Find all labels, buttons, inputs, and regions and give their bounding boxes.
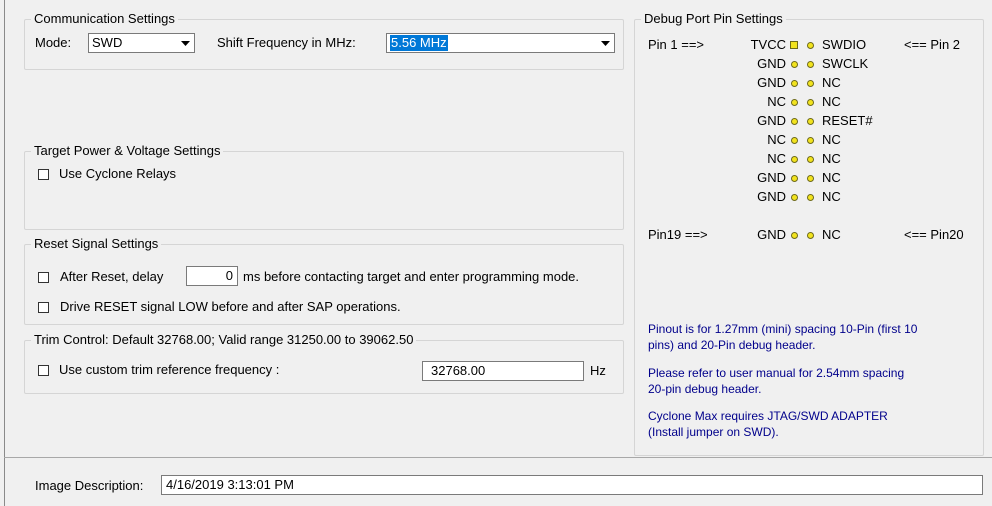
manual-note-line1: Please refer to user manual for 2.54mm s… <box>648 366 905 380</box>
pin-right-label: NC <box>822 227 841 242</box>
pin-right-label: NC <box>822 132 841 147</box>
pin-dot-icon <box>791 194 798 201</box>
section-divider <box>4 457 992 458</box>
shift-frequency-label: Shift Frequency in MHz: <box>217 35 356 50</box>
pin-dot-icon <box>807 118 814 125</box>
debug-port-legend: Debug Port Pin Settings <box>644 11 783 26</box>
chevron-down-icon[interactable] <box>177 35 193 51</box>
pin-left-label: GND <box>757 170 786 185</box>
window-left-border <box>4 0 5 506</box>
pin-left-label: NC <box>767 94 786 109</box>
pin-dot-icon <box>807 175 814 182</box>
pin-dot-icon <box>807 61 814 68</box>
pin-dot-icon <box>791 61 798 68</box>
drive-reset-low-checkbox[interactable] <box>38 302 49 313</box>
pin-right-label: NC <box>822 94 841 109</box>
square-pin-icon <box>790 41 798 49</box>
pin-dot-icon <box>807 194 814 201</box>
pin-dot-icon <box>807 80 814 87</box>
pin-dot-icon <box>807 42 814 49</box>
trim-unit-label: Hz <box>590 363 606 378</box>
pin-right-label: NC <box>822 189 841 204</box>
pin-dot-icon <box>791 118 798 125</box>
pin-dot-icon <box>807 99 814 106</box>
communication-settings-legend: Communication Settings <box>34 11 175 26</box>
pin-row: GND NC <box>700 75 900 91</box>
after-reset-delay-checkbox[interactable] <box>38 272 49 283</box>
trim-control-legend: Trim Control: Default 32768.00; Valid ra… <box>34 332 414 347</box>
mode-label: Mode: <box>35 35 72 50</box>
pin-left-label: GND <box>757 227 786 242</box>
pin1-label: Pin 1 ==> <box>648 37 705 52</box>
pin-left-label: GND <box>757 189 786 204</box>
pin-map: TVCC SWDIO GND SWCLK GND NC NC NC GND RE… <box>700 37 900 247</box>
pin-right-label: NC <box>822 170 841 185</box>
mode-select[interactable]: SWD <box>88 33 195 53</box>
pin-right-label: RESET# <box>822 113 873 128</box>
pin-row: NC NC <box>700 94 900 110</box>
pin-dot-icon <box>791 80 798 87</box>
reset-signal-legend: Reset Signal Settings <box>34 236 159 251</box>
shift-frequency-value: 5.56 MHz <box>390 35 448 51</box>
pin-row: NC NC <box>700 132 900 148</box>
image-description-label: Image Description: <box>35 478 144 493</box>
pin-right-label: SWCLK <box>822 56 869 71</box>
pin-row: NC NC <box>700 151 900 167</box>
pin-dot-icon <box>791 232 798 239</box>
pin-right-label: NC <box>822 151 841 166</box>
reset-delay-suffix: ms before contacting target and enter pr… <box>243 269 580 284</box>
pin-row: GND SWCLK <box>700 56 900 72</box>
pin-dot-icon <box>807 156 814 163</box>
pin-left-label: NC <box>767 151 786 166</box>
pin20-label: <== Pin20 <box>904 227 964 242</box>
pin-left-label: GND <box>757 75 786 90</box>
pin-row: GND NC <box>700 170 900 186</box>
target-power-legend: Target Power & Voltage Settings <box>34 143 221 158</box>
pin-row: GND NC <box>700 227 900 243</box>
pin-dot-icon <box>791 156 798 163</box>
adapter-note-line1: Cyclone Max requires JTAG/SWD ADAPTER <box>648 409 888 423</box>
pin-right-label: NC <box>822 75 841 90</box>
image-description-input[interactable]: 4/16/2019 3:13:01 PM <box>161 475 983 495</box>
chevron-down-icon[interactable] <box>597 35 613 51</box>
pinout-note-line1: Pinout is for 1.27mm (mini) spacing 10-P… <box>648 322 918 336</box>
pin-left-label: GND <box>757 56 786 71</box>
pin-row: GND NC <box>700 189 900 205</box>
shift-frequency-select[interactable]: 5.56 MHz <box>386 33 615 53</box>
manual-note-line2: 20-pin debug header. <box>648 382 762 396</box>
custom-trim-label: Use custom trim reference frequency : <box>59 362 280 377</box>
pin-dot-icon <box>791 99 798 106</box>
reset-delay-input[interactable]: 0 <box>186 266 238 286</box>
pin-left-label: NC <box>767 132 786 147</box>
pin-right-label: SWDIO <box>822 37 867 52</box>
pin2-label: <== Pin 2 <box>904 37 961 52</box>
pinout-note-line2: pins) and 20-Pin debug header. <box>648 338 816 352</box>
pin-dot-icon <box>791 137 798 144</box>
pin-dot-icon <box>791 175 798 182</box>
pin19-label: Pin19 ==> <box>648 227 708 242</box>
trim-frequency-input[interactable]: 32768.00 <box>422 361 584 381</box>
custom-trim-checkbox[interactable] <box>38 365 49 376</box>
pin-dot-icon <box>807 232 814 239</box>
pin-row: TVCC SWDIO <box>700 37 900 53</box>
pin-left-label: GND <box>757 113 786 128</box>
drive-reset-low-label: Drive RESET signal LOW before and after … <box>60 299 401 314</box>
after-reset-delay-label: After Reset, delay <box>60 269 164 284</box>
target-power-group: Target Power & Voltage Settings <box>24 144 624 230</box>
pin-row: GND RESET# <box>700 113 900 129</box>
mode-select-value: SWD <box>92 35 123 50</box>
pin-left-label: TVCC <box>750 37 786 52</box>
adapter-note-line2: (Install jumper on SWD). <box>648 425 779 439</box>
use-cyclone-relays-checkbox[interactable] <box>38 169 49 180</box>
use-cyclone-relays-label: Use Cyclone Relays <box>59 166 177 181</box>
pin-dot-icon <box>807 137 814 144</box>
